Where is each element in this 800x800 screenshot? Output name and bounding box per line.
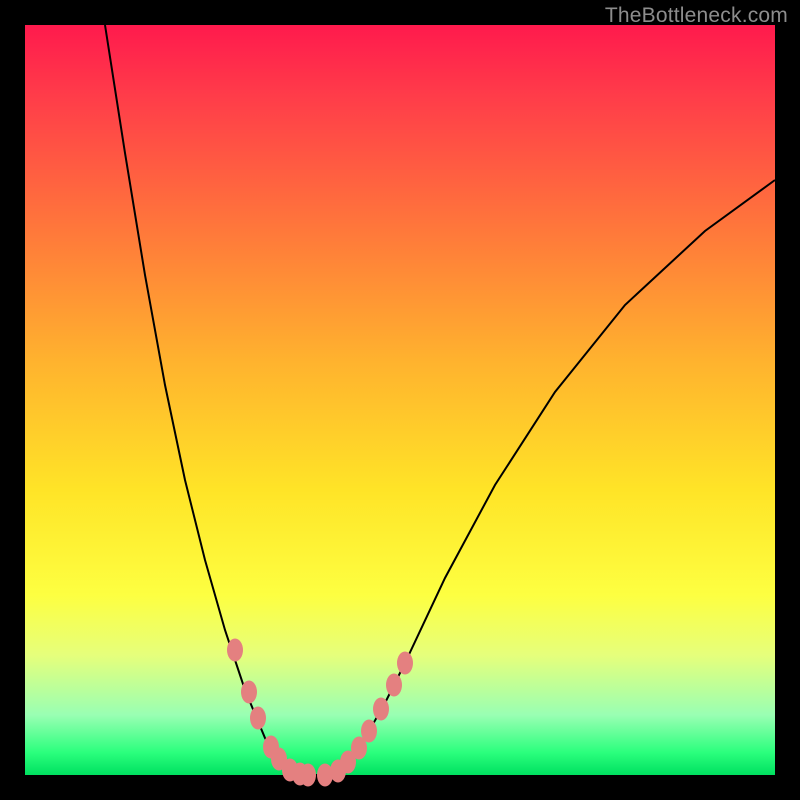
data-point [250,707,266,730]
data-point [386,674,402,697]
data-point [241,681,257,704]
bottleneck-curve [105,25,775,775]
watermark-text: TheBottleneck.com [605,4,788,28]
chart-svg [25,25,775,775]
data-point [361,720,377,743]
data-point [373,698,389,721]
data-points [227,639,413,787]
chart-frame [25,25,775,775]
data-point [300,764,316,787]
data-point [227,639,243,662]
data-point [397,652,413,675]
